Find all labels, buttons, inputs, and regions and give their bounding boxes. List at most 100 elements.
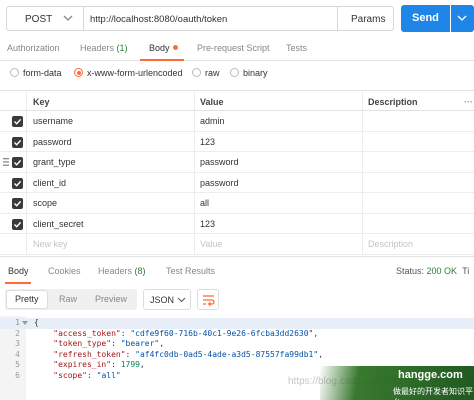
code-text: "refresh_token": "af4fc0db-0ad5-4ade-a3d… xyxy=(53,349,324,359)
line-number: 4 xyxy=(15,349,20,359)
json-string: "af4fc0db-0ad5-4ade-a3d5-87557fa99db1" xyxy=(135,349,319,359)
checkmark-icon xyxy=(14,200,22,207)
active-response-tab-underline xyxy=(5,282,31,284)
json-key: "refresh_token" xyxy=(53,349,126,359)
row-value[interactable]: password xyxy=(200,157,239,167)
column-divider xyxy=(26,90,27,254)
code-line: 3 "token_type": "bearer", xyxy=(0,339,474,350)
view-pretty-button[interactable]: Pretty xyxy=(15,294,39,304)
response-status: Status: 200 OK Ti xyxy=(396,266,469,276)
send-button[interactable]: Send xyxy=(401,5,450,32)
line-number: 5 xyxy=(15,360,20,369)
radio-icon xyxy=(192,68,201,77)
new-description-input[interactable]: Description xyxy=(368,239,413,249)
drag-handle-icon[interactable] xyxy=(3,158,9,166)
url-input[interactable]: http://localhost:8080/oauth/token xyxy=(84,6,338,31)
response-tabs: Body Cookies Headers (8) Test Results St… xyxy=(0,258,474,284)
code-text: "scope": "all" xyxy=(53,370,121,380)
line-number: 6 xyxy=(15,370,20,380)
more-options-icon[interactable]: ··· xyxy=(464,97,473,107)
table-row: grant_type password xyxy=(0,152,474,173)
modified-dot-icon xyxy=(172,45,178,50)
radio-label: x-www-form-urlencoded xyxy=(87,68,183,78)
line-number: 3 xyxy=(15,339,20,348)
row-value[interactable]: password xyxy=(200,178,239,188)
request-tabs: Authorization Headers (1) Body Pre-reque… xyxy=(0,37,474,61)
code-text: "expires_in": 1799, xyxy=(53,360,145,369)
row-value[interactable]: 123 xyxy=(200,219,215,229)
radio-x-www-form-urlencoded[interactable]: x-www-form-urlencoded xyxy=(74,68,183,78)
format-select[interactable]: JSON xyxy=(143,289,191,310)
code-line: 4 "refresh_token": "af4fc0db-0ad5-4ade-a… xyxy=(0,350,474,361)
response-tab-headers[interactable]: Headers (8) xyxy=(98,266,146,276)
row-key[interactable]: password xyxy=(33,137,72,147)
wrap-lines-button[interactable] xyxy=(197,289,219,310)
checkmark-icon xyxy=(14,180,22,187)
response-tab-headers-count: (8) xyxy=(134,266,146,276)
row-key[interactable]: grant_type xyxy=(33,157,76,167)
row-value[interactable]: 123 xyxy=(200,137,215,147)
json-key: "scope" xyxy=(53,370,87,380)
radio-label: form-data xyxy=(23,68,62,78)
column-header-key: Key xyxy=(33,97,50,107)
site-watermark-tagline: 做最好的开发者知识平台 xyxy=(393,387,473,400)
send-options-button[interactable] xyxy=(451,5,474,32)
table-header: Key Value Description ··· xyxy=(0,90,474,111)
wrap-lines-icon xyxy=(203,295,215,306)
json-string: "cdfe9f60-716b-40c1-9e26-6fcba3dd2630" xyxy=(130,328,314,338)
time-label: Ti xyxy=(462,266,470,276)
method-select[interactable]: POST xyxy=(6,6,84,31)
view-mode-segment: Pretty Raw Preview xyxy=(5,289,137,310)
view-preview-button[interactable]: Preview xyxy=(95,294,127,304)
row-checkbox[interactable] xyxy=(12,198,23,209)
status-value: 200 OK xyxy=(426,266,458,276)
table-row: scope all xyxy=(0,193,474,214)
tab-prerequest-script[interactable]: Pre-request Script xyxy=(197,43,270,53)
row-key[interactable]: client_id xyxy=(33,178,66,188)
tab-headers[interactable]: Headers (1) xyxy=(80,43,128,53)
params-button[interactable]: Params xyxy=(338,6,394,31)
json-key: "token_type" xyxy=(53,339,112,348)
radio-label: binary xyxy=(243,68,268,78)
row-value[interactable]: admin xyxy=(200,116,225,126)
new-row: New key Value Description xyxy=(0,234,474,255)
table-row: username admin xyxy=(0,111,474,132)
row-key[interactable]: client_secret xyxy=(33,219,84,229)
row-checkbox[interactable] xyxy=(12,116,23,127)
response-tab-cookies[interactable]: Cookies xyxy=(48,266,81,276)
table-row: client_id password xyxy=(0,173,474,193)
method-label: POST xyxy=(25,14,53,25)
tab-tests[interactable]: Tests xyxy=(286,43,307,53)
code-text: "access_token": "cdfe9f60-716b-40c1-9e26… xyxy=(53,328,319,338)
tab-authorization[interactable]: Authorization xyxy=(7,43,60,53)
request-bar: POST http://localhost:8080/oauth/token P… xyxy=(0,0,474,37)
active-tab-underline xyxy=(140,59,184,61)
tab-body[interactable]: Body xyxy=(149,43,178,53)
row-key[interactable]: username xyxy=(33,116,73,126)
line-number: 1 xyxy=(15,318,20,327)
radio-raw[interactable]: raw xyxy=(192,68,220,78)
send-label: Send xyxy=(412,12,439,24)
chevron-down-icon xyxy=(63,15,73,21)
response-tab-body[interactable]: Body xyxy=(8,266,29,276)
fold-arrow-icon[interactable] xyxy=(22,321,28,326)
row-checkbox[interactable] xyxy=(12,177,23,189)
new-value-input[interactable]: Value xyxy=(200,239,222,249)
row-checkbox[interactable] xyxy=(12,157,23,168)
response-tab-test-results[interactable]: Test Results xyxy=(166,266,215,276)
row-value[interactable]: all xyxy=(200,198,209,208)
column-divider xyxy=(362,90,363,254)
view-raw-button[interactable]: Raw xyxy=(59,294,77,304)
checkmark-icon xyxy=(14,159,22,166)
radio-form-data[interactable]: form-data xyxy=(10,68,62,78)
json-string: "all" xyxy=(96,370,121,380)
body-type-group: form-data x-www-form-urlencoded raw bina… xyxy=(0,62,474,86)
row-key[interactable]: scope xyxy=(33,198,57,208)
radio-binary[interactable]: binary xyxy=(230,68,268,78)
new-key-input[interactable]: New key xyxy=(33,239,68,249)
row-checkbox[interactable] xyxy=(12,136,23,148)
format-label: JSON xyxy=(150,295,175,305)
tab-body-label: Body xyxy=(149,43,170,53)
status-label: Status: xyxy=(396,266,425,276)
row-checkbox[interactable] xyxy=(12,218,23,230)
